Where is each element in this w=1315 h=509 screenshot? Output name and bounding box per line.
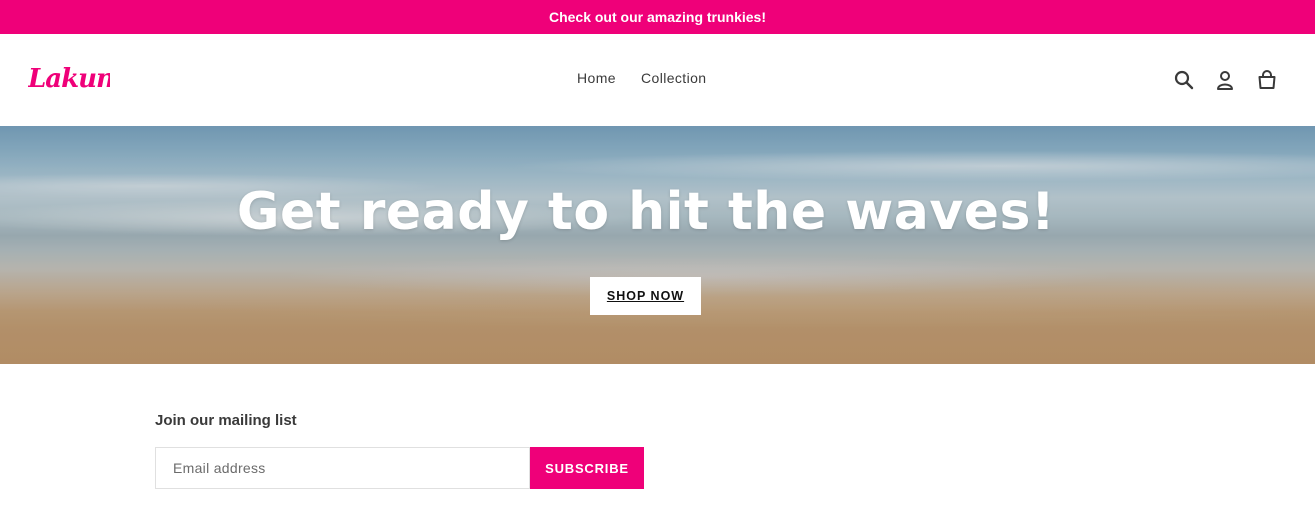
announcement-text[interactable]: Check out our amazing trunkies! [549,9,766,25]
email-field[interactable] [155,447,530,489]
announcement-bar[interactable]: Check out our amazing trunkies! [0,0,1315,34]
site-header: Lakuna Home Collection [0,34,1315,126]
svg-text:Lakuna: Lakuna [28,64,110,94]
subscribe-button[interactable]: SUBSCRIBE [530,447,644,489]
shop-now-button[interactable]: SHOP NOW [590,277,701,315]
newsletter-title: Join our mailing list [155,412,297,429]
hero-title: Get ready to hit the waves! [236,182,1056,242]
search-icon[interactable] [1173,69,1195,91]
cart-icon[interactable] [1256,69,1278,91]
newsletter-section: Join our mailing list SUBSCRIBE [155,412,644,489]
nav-collection-link[interactable]: Collection [641,70,706,86]
nav-home-link[interactable]: Home [577,70,616,86]
account-icon[interactable] [1214,69,1236,91]
logo[interactable]: Lakuna [28,54,110,98]
logo-wordmark-icon: Lakuna [28,64,110,94]
main-nav: Home Collection [0,34,1315,126]
hero-banner: Get ready to hit the waves! SHOP NOW [0,126,1315,364]
hero-overlay [0,126,1315,364]
